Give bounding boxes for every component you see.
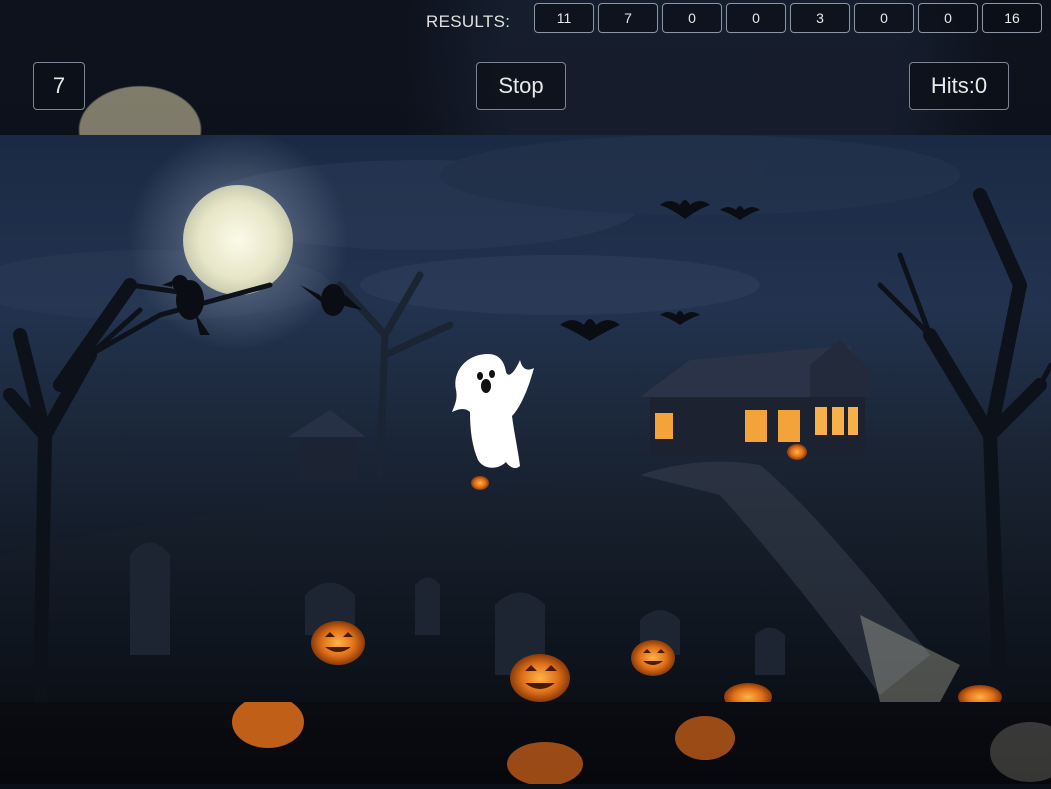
pumpkin-icon bbox=[510, 654, 570, 702]
results-label: RESULTS: bbox=[426, 12, 511, 31]
stop-button[interactable]: Stop bbox=[476, 62, 566, 110]
result-cell: 0 bbox=[662, 3, 722, 33]
bottom-strip bbox=[0, 696, 1051, 786]
pumpkin-icon bbox=[471, 476, 489, 490]
pumpkin-icon bbox=[311, 621, 365, 665]
result-cell: 11 bbox=[534, 3, 594, 33]
result-cell: 7 bbox=[598, 3, 658, 33]
result-cell: 3 bbox=[790, 3, 850, 33]
ghost-icon[interactable] bbox=[448, 350, 540, 472]
game-scene[interactable] bbox=[0, 135, 1051, 702]
pumpkin-icon bbox=[675, 716, 735, 760]
result-cell: 0 bbox=[854, 3, 914, 33]
result-cell: 16 bbox=[982, 3, 1042, 33]
pumpkin-icon bbox=[787, 444, 807, 460]
results-row: 11 7 0 0 3 0 0 16 bbox=[534, 3, 1042, 33]
level-indicator: 7 bbox=[33, 62, 85, 110]
moon-icon bbox=[128, 135, 348, 350]
top-bar: RESULTS: 11 7 0 0 3 0 0 16 7 Stop Hits:0 bbox=[0, 0, 1051, 135]
pumpkin-icon bbox=[232, 696, 304, 748]
bottom-art bbox=[232, 696, 1051, 786]
pumpkin-icon bbox=[631, 640, 675, 676]
pumpkin-icon bbox=[507, 742, 583, 786]
result-cell: 0 bbox=[726, 3, 786, 33]
hits-counter: Hits:0 bbox=[909, 62, 1009, 110]
result-cell: 0 bbox=[918, 3, 978, 33]
